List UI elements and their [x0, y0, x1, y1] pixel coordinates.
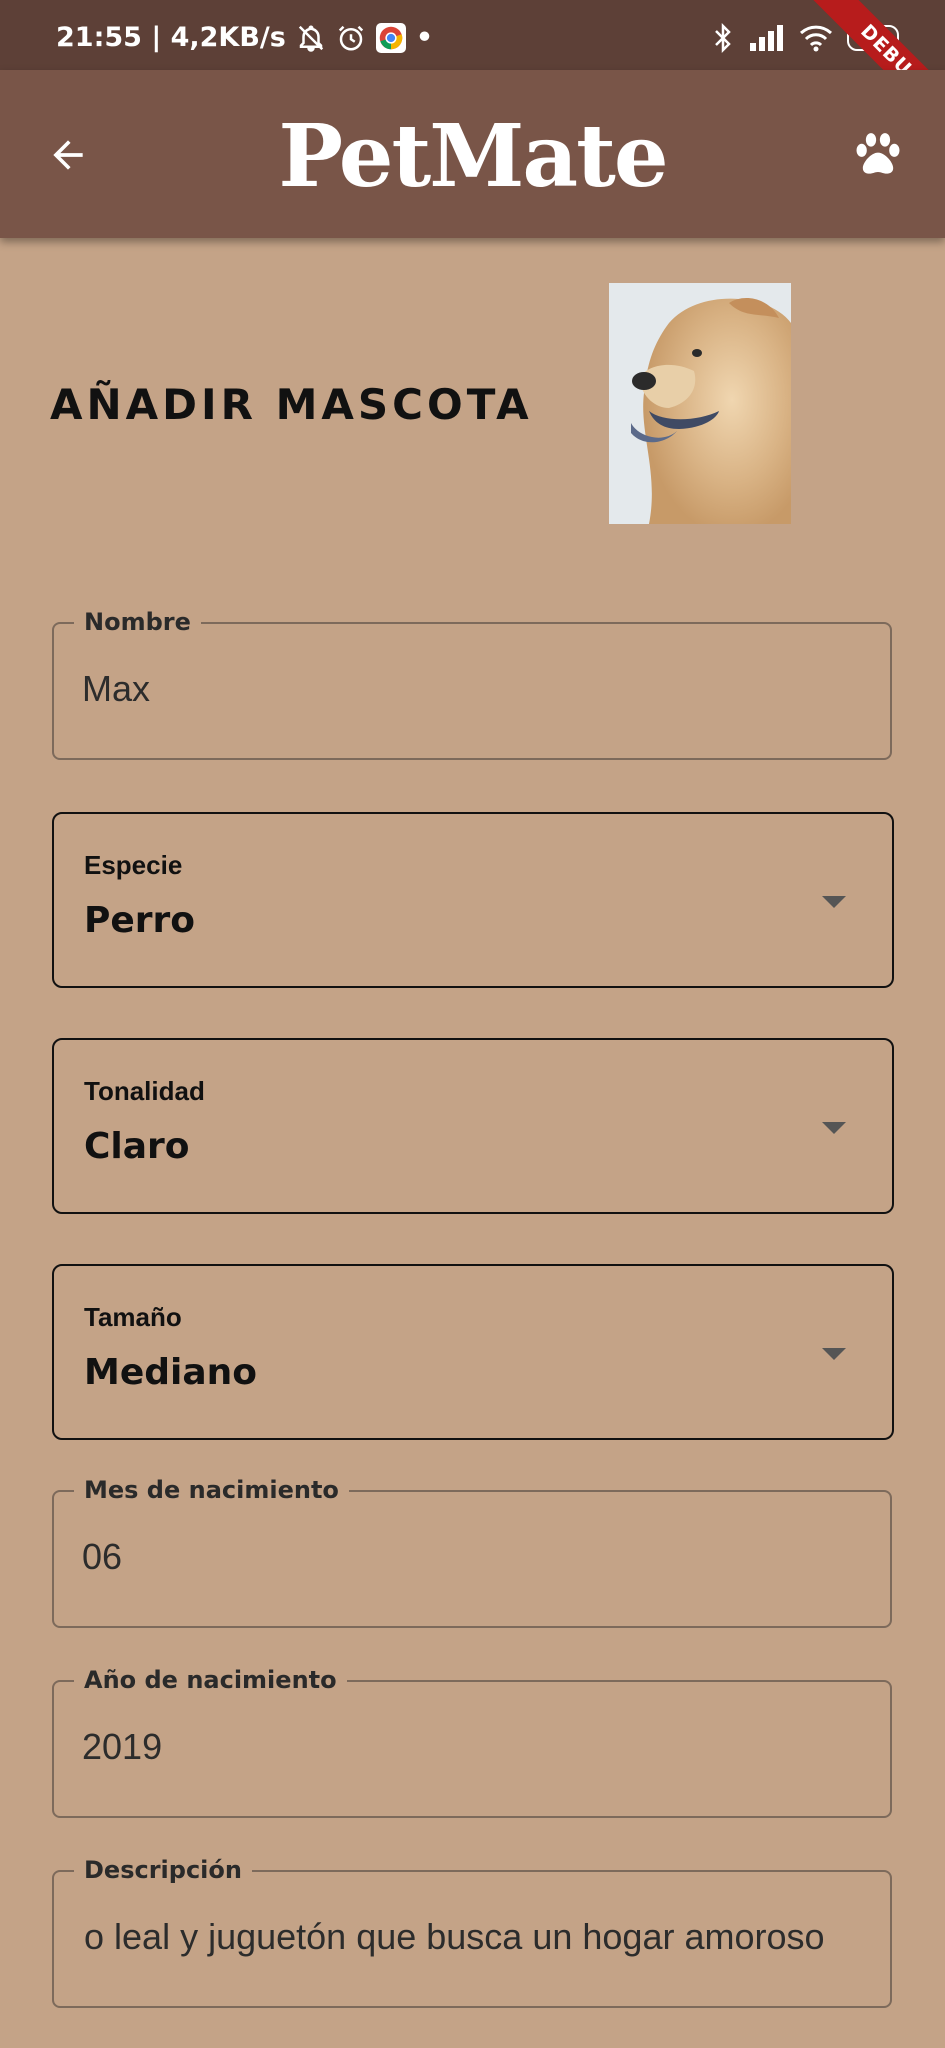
page-heading: AÑADIR MASCOTA [50, 380, 533, 429]
paw-icon [856, 133, 900, 174]
birth-month-field[interactable]: Mes de nacimiento 06 [52, 1476, 892, 1628]
paw-button[interactable] [843, 120, 913, 190]
size-value: Mediano [84, 1352, 258, 1393]
birth-month-input[interactable]: 06 [82, 1536, 862, 1578]
app-bar: PetMate [0, 70, 945, 238]
bell-off-icon [296, 23, 326, 53]
species-dropdown[interactable]: Especie Perro [52, 812, 894, 988]
tone-dropdown[interactable]: Tonalidad Claro [52, 1038, 894, 1214]
app-title: PetMate [278, 106, 668, 207]
name-label: Nombre [74, 608, 201, 636]
signal-icon [749, 25, 785, 51]
status-left: 21:55 | 4,2KB/s • [56, 22, 433, 53]
caret-down-icon [822, 896, 846, 908]
birth-year-field[interactable]: Año de nacimiento 2019 [52, 1666, 892, 1818]
status-bar: 21:55 | 4,2KB/s • 32 DEBUG [0, 0, 945, 149]
tone-value: Claro [84, 1126, 190, 1167]
name-field[interactable]: Nombre Max [52, 608, 892, 760]
notification-dot-icon: • [415, 22, 434, 53]
bluetooth-icon [711, 22, 735, 54]
name-input[interactable]: Max [82, 668, 862, 710]
species-value: Perro [84, 900, 196, 941]
chrome-icon [375, 22, 406, 53]
dog-image [609, 283, 791, 524]
birth-year-input[interactable]: 2019 [82, 1726, 862, 1768]
description-label: Descripción [74, 1856, 252, 1884]
description-input[interactable]: o leal y juguetón que busca un hogar amo… [84, 1916, 860, 1958]
wifi-icon [799, 24, 833, 52]
caret-down-icon [822, 1348, 846, 1360]
size-dropdown[interactable]: Tamaño Mediano [52, 1264, 894, 1440]
alarm-icon [336, 23, 366, 53]
birth-month-label: Mes de nacimiento [74, 1476, 349, 1504]
status-time: 21:55 | 4,2KB/s [56, 22, 286, 53]
birth-year-label: Año de nacimiento [74, 1666, 347, 1694]
caret-down-icon [822, 1122, 846, 1134]
pet-photo[interactable] [609, 283, 791, 524]
description-field[interactable]: Descripción o leal y juguetón que busca … [52, 1856, 892, 2008]
size-label: Tamaño [84, 1302, 182, 1332]
tone-label: Tonalidad [84, 1076, 205, 1106]
species-label: Especie [84, 850, 183, 880]
